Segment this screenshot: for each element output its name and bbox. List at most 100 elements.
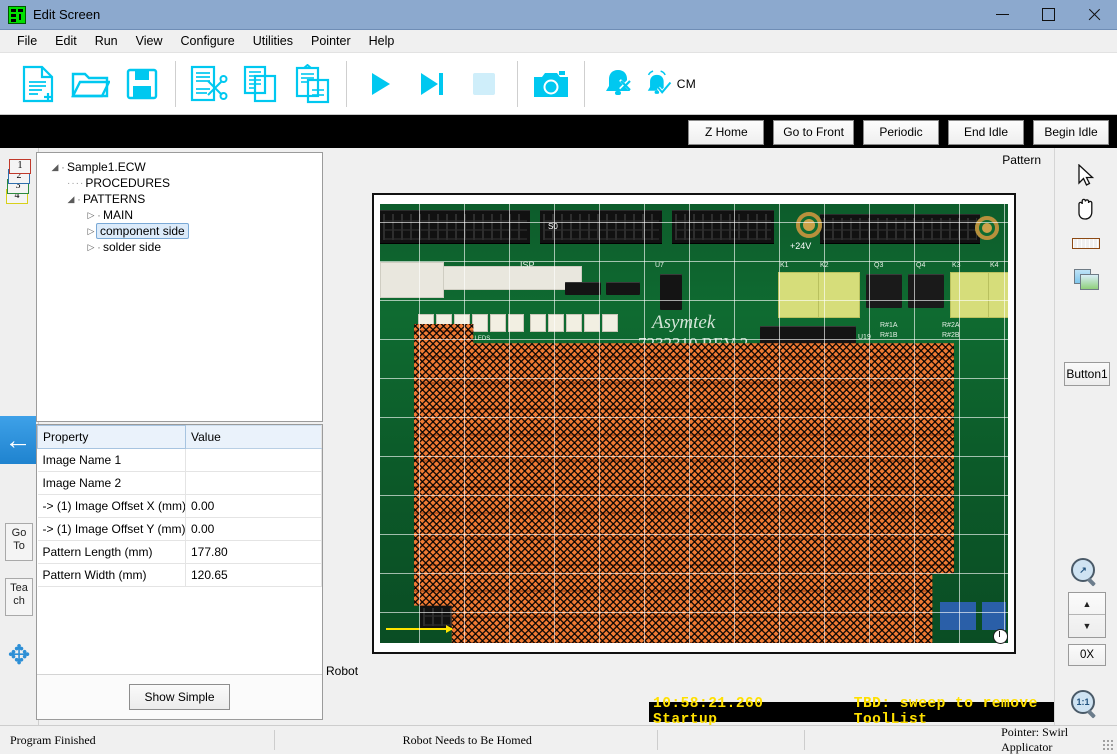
stop-button[interactable] <box>458 57 510 111</box>
pcb-led <box>602 314 618 332</box>
tree-item-patterns[interactable]: ◢ · PATTERNS <box>43 191 322 207</box>
resize-handle[interactable] <box>993 629 1008 644</box>
resize-grip[interactable] <box>1102 739 1114 751</box>
pattern-label: Pattern <box>1002 153 1041 167</box>
minimize-button[interactable] <box>979 0 1025 29</box>
menu-file[interactable]: File <box>8 31 46 51</box>
property-value[interactable]: 120.65 <box>185 563 322 587</box>
silk-24v: +24V <box>790 241 812 251</box>
canvas-area: Pattern Robot +24V S0 ISP U7 Asymtek K1 … <box>323 148 1055 728</box>
z-home-button[interactable]: Z Home <box>688 119 765 145</box>
zoom-actual-size-button[interactable]: 1:1 <box>1069 688 1099 718</box>
property-value[interactable]: 0.00 <box>185 494 322 518</box>
open-folder-button[interactable] <box>64 57 116 111</box>
table-row[interactable]: Image Name 2 <box>37 471 322 495</box>
close-button[interactable] <box>1071 0 1117 29</box>
pcb-led <box>490 314 506 332</box>
expander-expanded-icon[interactable]: ◢ <box>49 162 61 173</box>
go-to-front-button[interactable]: Go to Front <box>773 119 854 145</box>
tree-item-component-side[interactable]: ▷ component side <box>43 223 322 239</box>
menu-edit[interactable]: Edit <box>46 31 86 51</box>
property-value[interactable] <box>185 448 322 472</box>
menu-view[interactable]: View <box>127 31 172 51</box>
teach-label-line1: Tea <box>10 582 28 594</box>
table-row[interactable]: Pattern Length (mm) 177.80 <box>37 540 322 564</box>
zoom-step-down-button[interactable]: ▼ <box>1069 615 1105 636</box>
camera-button[interactable] <box>525 57 577 111</box>
show-simple-button[interactable]: Show Simple <box>129 684 230 710</box>
teach-button[interactable]: Tea ch <box>5 578 33 616</box>
status-cell-2 <box>275 726 393 754</box>
go-to-label-line1: Go <box>11 527 27 539</box>
measure-tool-button[interactable] <box>1071 228 1101 258</box>
save-button[interactable] <box>116 57 168 111</box>
project-tree-panel[interactable]: ◢ · Sample1.ECW ···· PROCEDURES ◢ · PATT… <box>36 152 323 422</box>
expander-collapsed-icon[interactable]: ▷ <box>85 242 97 253</box>
tree-item-label: PATTERNS <box>83 192 146 206</box>
status-robot-state: Robot Needs to Be Homed <box>402 732 532 747</box>
move-cross-icon[interactable]: ✥ <box>6 638 32 672</box>
periodic-button[interactable]: Periodic <box>863 119 939 145</box>
alarm-acknowledge-button[interactable]: CM <box>644 57 696 111</box>
go-to-button[interactable]: Go To <box>5 523 33 561</box>
property-value[interactable] <box>185 471 322 495</box>
tree-item-main[interactable]: ▷ · MAIN <box>43 207 322 223</box>
silk-q4: Q4 <box>916 262 926 269</box>
step-button[interactable] <box>406 57 458 111</box>
table-row[interactable]: -> (1) Image Offset Y (mm) 0.00 <box>37 517 322 541</box>
table-row[interactable]: Image Name 1 <box>37 448 322 472</box>
tree-item-sample1[interactable]: ◢ · Sample1.ECW <box>43 159 322 175</box>
tree-item-procedures[interactable]: ···· PROCEDURES <box>43 175 322 191</box>
pcb-led <box>508 314 524 332</box>
expander-collapsed-icon[interactable]: ▷ <box>85 210 97 221</box>
silk-k4: K4 <box>990 262 999 269</box>
paste-button[interactable] <box>287 57 339 111</box>
zoom-stepper[interactable]: ▲ ▼ <box>1068 592 1106 638</box>
title-bar: Edit Screen <box>0 0 1117 30</box>
menu-pointer[interactable]: Pointer <box>302 31 360 51</box>
new-document-button[interactable] <box>12 57 64 111</box>
menu-configure[interactable]: Configure <box>172 31 244 51</box>
pcb-chip <box>565 282 601 295</box>
images-tool-button[interactable] <box>1071 264 1101 294</box>
select-tool-button[interactable] <box>1071 161 1101 191</box>
begin-idle-button[interactable]: Begin Idle <box>1033 119 1109 145</box>
property-spacer <box>37 587 322 674</box>
pan-tool-button[interactable] <box>1071 194 1101 224</box>
menu-help[interactable]: Help <box>360 31 404 51</box>
zoom-fit-button[interactable]: ↗ <box>1069 556 1099 586</box>
property-table: Property Value Image Name 1 Image Name 2… <box>37 425 322 587</box>
collapse-panel-button[interactable]: ← <box>0 416 36 464</box>
zoom-one-to-one-icon: 1:1 <box>1071 690 1097 718</box>
left-rail: 4 3 2 1 ← Go To Tea ch ✥ <box>0 148 39 726</box>
table-row[interactable]: Pattern Width (mm) 120.65 <box>37 563 322 587</box>
pan-hand-icon <box>1078 198 1093 220</box>
tree-item-solder-side[interactable]: ▷ · solder side <box>43 239 322 255</box>
copy-button[interactable] <box>235 57 287 111</box>
step-forward-icon <box>421 72 443 95</box>
bell-muted-icon <box>606 69 631 95</box>
expander-expanded-icon[interactable]: ◢ <box>65 194 77 205</box>
pcb-relay <box>818 272 860 318</box>
end-idle-button[interactable]: End Idle <box>948 119 1024 145</box>
property-value[interactable]: 0.00 <box>185 517 322 541</box>
layer-stack-icon[interactable]: 4 3 2 1 <box>5 159 31 204</box>
pattern-viewport[interactable]: +24V S0 ISP U7 Asymtek K1 K2 Q3 Q4 K3 K4… <box>372 193 1016 654</box>
silk-rj2a: R#2A <box>942 322 960 329</box>
button1[interactable]: Button1 <box>1064 362 1110 386</box>
menu-run[interactable]: Run <box>86 31 127 51</box>
run-button[interactable] <box>354 57 406 111</box>
property-value[interactable]: 177.80 <box>185 540 322 564</box>
alarm-off-button[interactable] <box>592 57 644 111</box>
maximize-button[interactable] <box>1025 0 1071 29</box>
silk-rj2b: R#2B <box>942 332 960 339</box>
cut-button[interactable] <box>183 57 235 111</box>
new-document-icon <box>22 65 54 102</box>
zoom-step-up-button[interactable]: ▲ <box>1069 593 1105 615</box>
silk-rj1b: R#1B <box>880 332 898 339</box>
pattern-hatch-region[interactable] <box>414 324 954 643</box>
zoom-level-value[interactable]: 0X <box>1068 644 1106 666</box>
tree-item-label: solder side <box>103 240 162 254</box>
menu-utilities[interactable]: Utilities <box>244 31 302 51</box>
table-row[interactable]: -> (1) Image Offset X (mm) 0.00 <box>37 494 322 518</box>
